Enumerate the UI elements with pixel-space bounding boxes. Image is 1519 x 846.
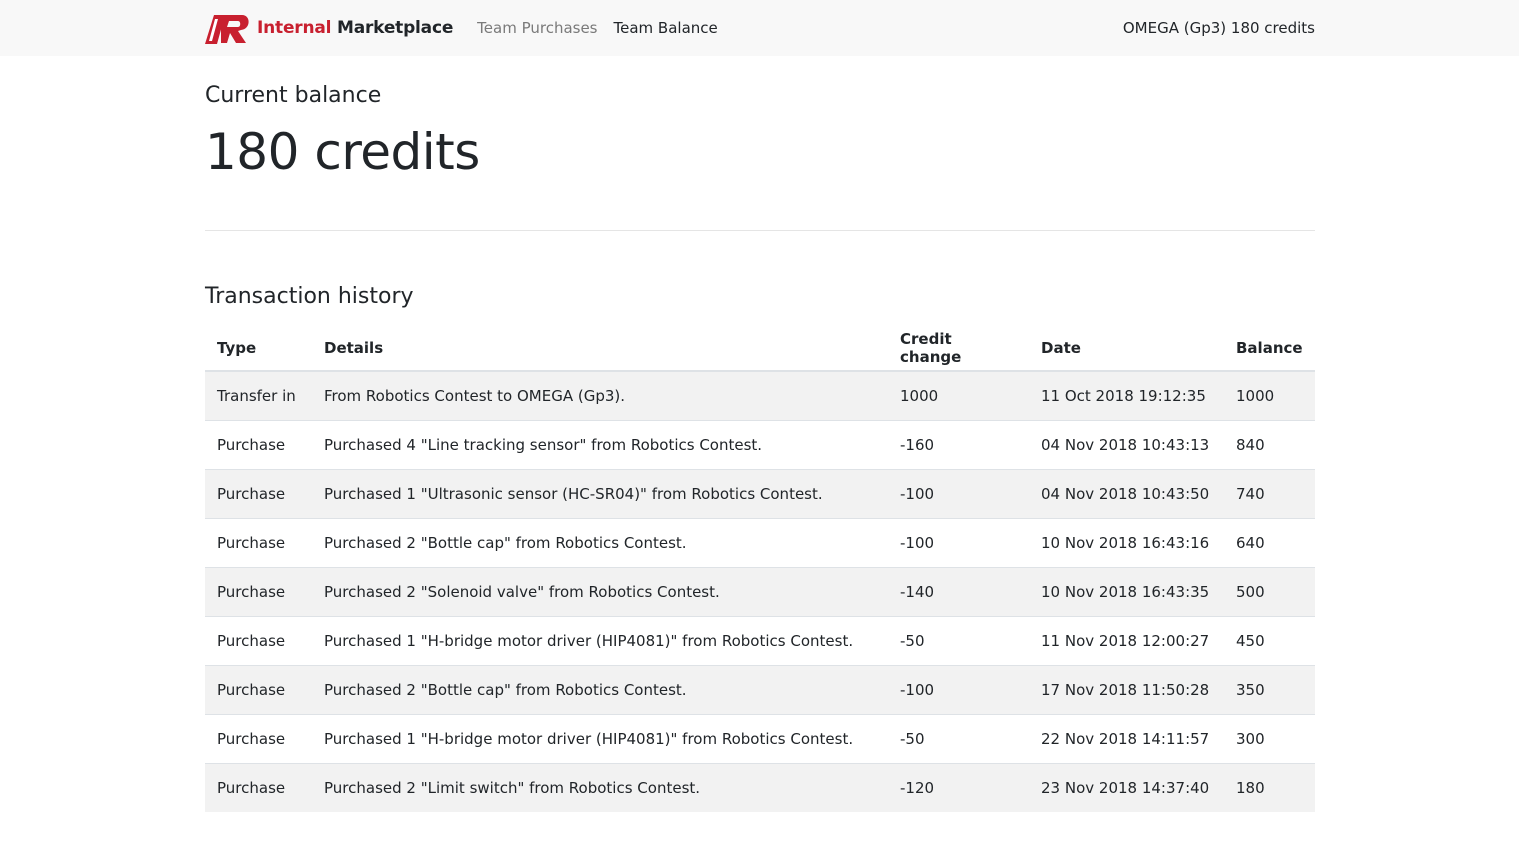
cell-type: Purchase: [205, 517, 312, 567]
column-header-credit-change: Credit change: [888, 325, 1029, 372]
table-row: Purchase Purchased 2 "Bottle cap" from R…: [205, 517, 1315, 567]
cell-balance: 840: [1224, 419, 1315, 469]
table-row: Purchase Purchased 2 "Bottle cap" from R…: [205, 664, 1315, 714]
nav-link-team-purchases[interactable]: Team Purchases: [477, 19, 597, 37]
cell-date: 11 Oct 2018 19:12:35: [1029, 370, 1224, 420]
cell-type: Purchase: [205, 468, 312, 518]
cell-balance: 450: [1224, 615, 1315, 665]
table-row: Purchase Purchased 1 "H-bridge motor dri…: [205, 713, 1315, 763]
transaction-table-body: Transfer in From Robotics Contest to OME…: [205, 370, 1315, 812]
cell-type: Purchase: [205, 615, 312, 665]
cell-date: 10 Nov 2018 16:43:35: [1029, 566, 1224, 616]
cell-balance: 350: [1224, 664, 1315, 714]
cell-details: Purchased 4 "Line tracking sensor" from …: [312, 419, 888, 469]
cell-details: Purchased 1 "H-bridge motor driver (HIP4…: [312, 713, 888, 763]
brand-text-accent: Internal: [257, 18, 332, 38]
table-row: Transfer in From Robotics Contest to OME…: [205, 370, 1315, 420]
table-row: Purchase Purchased 1 "Ultrasonic sensor …: [205, 468, 1315, 518]
nav-link-team-balance[interactable]: Team Balance: [614, 19, 718, 37]
cell-details: Purchased 2 "Solenoid valve" from Roboti…: [312, 566, 888, 616]
header-row: Type Details Credit change Date Balance: [205, 325, 1315, 372]
cell-type: Purchase: [205, 762, 312, 812]
cell-credit-change: -50: [888, 615, 1029, 665]
transaction-table-header: Type Details Credit change Date Balance: [205, 325, 1315, 372]
cell-details: Purchased 2 "Bottle cap" from Robotics C…: [312, 517, 888, 567]
cell-credit-change: -140: [888, 566, 1029, 616]
cell-type: Purchase: [205, 664, 312, 714]
cell-details: Purchased 1 "Ultrasonic sensor (HC-SR04)…: [312, 468, 888, 518]
table-row: Purchase Purchased 1 "H-bridge motor dri…: [205, 615, 1315, 665]
column-header-balance: Balance: [1224, 325, 1315, 372]
cell-balance: 1000: [1224, 370, 1315, 420]
brand-text-rest: Marketplace: [331, 18, 454, 38]
transaction-history-title: Transaction history: [205, 284, 414, 309]
cell-type: Purchase: [205, 713, 312, 763]
cell-date: 10 Nov 2018 16:43:16: [1029, 517, 1224, 567]
cell-balance: 180: [1224, 762, 1315, 812]
cell-details: Purchased 2 "Limit switch" from Robotics…: [312, 762, 888, 812]
column-header-details: Details: [312, 325, 888, 372]
cell-balance: 740: [1224, 468, 1315, 518]
cell-credit-change: -100: [888, 468, 1029, 518]
cell-credit-change: -120: [888, 762, 1029, 812]
cell-balance: 500: [1224, 566, 1315, 616]
transaction-table: Type Details Credit change Date Balance …: [205, 325, 1315, 812]
cell-date: 11 Nov 2018 12:00:27: [1029, 615, 1224, 665]
main-content: Current balance 180 credits Transaction …: [205, 56, 1315, 812]
navbar: Internal Marketplace Team Purchases Team…: [0, 0, 1519, 56]
cell-credit-change: -50: [888, 713, 1029, 763]
column-header-date: Date: [1029, 325, 1224, 372]
cell-credit-change: -100: [888, 664, 1029, 714]
current-balance-label: Current balance: [205, 83, 382, 108]
table-row: Purchase Purchased 2 "Limit switch" from…: [205, 762, 1315, 812]
brand-link[interactable]: Internal Marketplace: [205, 12, 453, 44]
table-row: Purchase Purchased 2 "Solenoid valve" fr…: [205, 566, 1315, 616]
cell-type: Transfer in: [205, 370, 312, 420]
cell-balance: 640: [1224, 517, 1315, 567]
cell-details: Purchased 1 "H-bridge motor driver (HIP4…: [312, 615, 888, 665]
cell-details: Purchased 2 "Bottle cap" from Robotics C…: [312, 664, 888, 714]
cell-type: Purchase: [205, 419, 312, 469]
section-divider: [205, 230, 1315, 231]
cell-date: 22 Nov 2018 14:11:57: [1029, 713, 1224, 763]
current-balance-value: 180 credits: [205, 123, 480, 181]
cell-date: 04 Nov 2018 10:43:13: [1029, 419, 1224, 469]
cell-type: Purchase: [205, 566, 312, 616]
table-row: Purchase Purchased 4 "Line tracking sens…: [205, 419, 1315, 469]
cell-credit-change: -100: [888, 517, 1029, 567]
cell-balance: 300: [1224, 713, 1315, 763]
team-credit-status: OMEGA (Gp3) 180 credits: [1122, 19, 1315, 37]
column-header-type: Type: [205, 325, 312, 372]
navbar-inner: Internal Marketplace Team Purchases Team…: [205, 0, 1315, 56]
cell-date: 23 Nov 2018 14:37:40: [1029, 762, 1224, 812]
cell-credit-change: -160: [888, 419, 1029, 469]
cell-date: 17 Nov 2018 11:50:28: [1029, 664, 1224, 714]
cell-details: From Robotics Contest to OMEGA (Gp3).: [312, 370, 888, 420]
cell-date: 04 Nov 2018 10:43:50: [1029, 468, 1224, 518]
brand-text: Internal Marketplace: [257, 18, 453, 38]
cell-credit-change: 1000: [888, 370, 1029, 420]
robotics-logo-icon: [205, 15, 249, 44]
